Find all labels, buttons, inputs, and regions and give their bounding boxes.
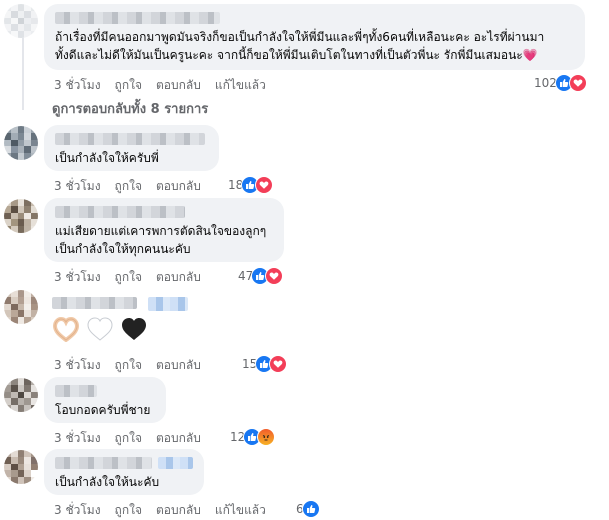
reply-button[interactable]: ตอบกลับ bbox=[156, 501, 201, 520]
angry-face-icon bbox=[257, 428, 276, 446]
heart-icon bbox=[568, 74, 587, 92]
reply-button[interactable]: ตอบกลับ bbox=[156, 177, 201, 196]
comment-actions: 3 ชั่วโมง ถูกใจ ตอบกลับ bbox=[54, 356, 201, 375]
author-badge bbox=[148, 297, 188, 311]
comment-actions: 3 ชั่วโมง ถูกใจ ตอบกลับ bbox=[54, 429, 201, 448]
comment-bubble: เป็นกำลังใจให้นะคับ bbox=[44, 449, 204, 495]
avatar[interactable] bbox=[4, 450, 38, 484]
like-button[interactable]: ถูกใจ bbox=[115, 177, 142, 196]
reaction-summary[interactable]: 15 bbox=[242, 355, 288, 373]
timestamp[interactable]: 3 ชั่วโมง bbox=[54, 76, 101, 95]
author-name[interactable] bbox=[55, 133, 205, 145]
reply-button[interactable]: ตอบกลับ bbox=[156, 268, 201, 287]
avatar[interactable] bbox=[4, 199, 38, 233]
author-name[interactable] bbox=[52, 297, 137, 309]
view-replies-link[interactable]: ดูการตอบกลับทั้ง 8 รายการ bbox=[52, 98, 208, 119]
comment-bubble: ถ้าเรื่องที่มีคนออกมาพูดมันจริงก็ขอเป็นก… bbox=[44, 4, 585, 70]
avatar[interactable] bbox=[4, 290, 38, 324]
white-heart-icon bbox=[86, 316, 114, 346]
author-name[interactable] bbox=[55, 12, 220, 24]
comment-actions: 3 ชั่วโมง ถูกใจ ตอบกลับ bbox=[54, 177, 201, 196]
heart-hands-icon bbox=[52, 316, 80, 346]
heart-icon bbox=[255, 176, 274, 194]
emoji-comment bbox=[52, 316, 148, 346]
comment-text-line: เป็นกำลังใจให้นะคับ bbox=[55, 475, 160, 489]
comment-bubble: เป็นกำลังใจให้ครับพี่ bbox=[44, 125, 219, 171]
timestamp[interactable]: 3 ชั่วโมง bbox=[54, 268, 101, 287]
author-name[interactable] bbox=[55, 457, 153, 469]
reply-button[interactable]: ตอบกลับ bbox=[156, 356, 201, 375]
author-name[interactable] bbox=[55, 206, 185, 218]
heart-icon bbox=[265, 267, 284, 285]
timestamp[interactable]: 3 ชั่วโมง bbox=[54, 356, 101, 375]
comment-text-line: เป็นกำลังใจให้ทุกคนนะคับ bbox=[55, 242, 191, 256]
comment-text-line: โอบกอดครับพี่ชาย bbox=[55, 403, 151, 417]
edited-label: แก้ไขแล้ว bbox=[214, 503, 266, 517]
timestamp[interactable]: 3 ชั่วโมง bbox=[54, 429, 101, 448]
comment-actions: 3 ชั่วโมง ถูกใจ ตอบกลับ แก้ไขแล้ว bbox=[54, 501, 266, 520]
reaction-summary[interactable]: 6 bbox=[296, 500, 320, 518]
comment-text-line: แม่เสียดายแต่เคารพการตัดสินใจของลูกๆ bbox=[55, 224, 267, 238]
black-heart-icon bbox=[120, 316, 148, 346]
comment-text-line: เป็นกำลังใจให้ครับพี่ bbox=[55, 151, 159, 165]
timestamp[interactable]: 3 ชั่วโมง bbox=[54, 501, 101, 520]
thread-line bbox=[22, 38, 24, 110]
reply-button[interactable]: ตอบกลับ bbox=[156, 429, 201, 448]
edited-label: แก้ไขแล้ว bbox=[214, 78, 266, 92]
view-replies-label: ดูการตอบกลับทั้ง 8 รายการ bbox=[52, 102, 209, 117]
avatar[interactable] bbox=[4, 126, 38, 160]
like-button[interactable]: ถูกใจ bbox=[115, 268, 142, 287]
reaction-summary[interactable]: 47 bbox=[238, 267, 284, 285]
like-button[interactable]: ถูกใจ bbox=[115, 501, 142, 520]
reply-button[interactable]: ตอบกลับ bbox=[156, 76, 201, 95]
like-button[interactable]: ถูกใจ bbox=[115, 76, 142, 95]
reaction-count: 102 bbox=[534, 76, 557, 90]
reaction-summary[interactable]: 18 bbox=[228, 176, 274, 194]
comment-bubble: โอบกอดครับพี่ชาย bbox=[44, 377, 166, 423]
comment-bubble: แม่เสียดายแต่เคารพการตัดสินใจของลูกๆ เป็… bbox=[44, 198, 284, 262]
avatar[interactable] bbox=[4, 378, 38, 412]
reaction-summary[interactable]: 102 bbox=[534, 74, 587, 92]
comment-text-line: ทั้งดีและไม่ดีให้มันเป็นครูนะคะ จากนี้ก็… bbox=[55, 48, 538, 62]
avatar[interactable] bbox=[4, 4, 38, 38]
reaction-summary[interactable]: 12 bbox=[230, 428, 276, 446]
like-button[interactable]: ถูกใจ bbox=[115, 356, 142, 375]
comment-text-line: ถ้าเรื่องที่มีคนออกมาพูดมันจริงก็ขอเป็นก… bbox=[55, 30, 545, 44]
author-badge bbox=[158, 457, 193, 469]
thumbs-up-icon bbox=[301, 500, 320, 518]
like-button[interactable]: ถูกใจ bbox=[115, 429, 142, 448]
comment-actions: 3 ชั่วโมง ถูกใจ ตอบกลับ bbox=[54, 268, 201, 287]
author-name[interactable] bbox=[55, 385, 97, 397]
heart-icon bbox=[269, 355, 288, 373]
timestamp[interactable]: 3 ชั่วโมง bbox=[54, 177, 101, 196]
comment-actions: 3 ชั่วโมง ถูกใจ ตอบกลับ แก้ไขแล้ว bbox=[54, 76, 266, 95]
